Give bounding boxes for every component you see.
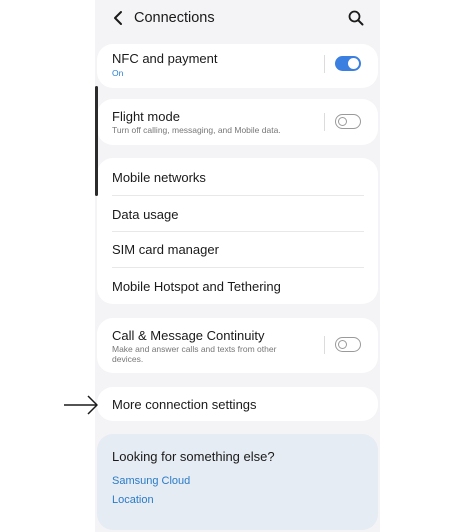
flight-separator	[324, 113, 325, 131]
more-connection-settings-row[interactable]: More connection settings	[97, 387, 378, 421]
row-label: Mobile Hotspot and Tethering	[112, 279, 281, 294]
continuity-title: Call & Message Continuity	[112, 328, 265, 343]
top-app-bar: Connections	[95, 0, 380, 40]
suggestions-card: Looking for something else? Samsung Clou…	[97, 434, 378, 530]
nfc-separator	[324, 55, 325, 73]
more-card: More connection settings	[97, 387, 378, 421]
network-card: Mobile networks Data usage SIM card mana…	[97, 158, 378, 304]
pointer-arrow-icon	[64, 395, 98, 415]
call-message-continuity-row[interactable]: Call & Message Continuity Make and answe…	[97, 318, 378, 373]
continuity-subtitle: Make and answer calls and texts from oth…	[112, 344, 277, 364]
suggestions-title: Looking for something else?	[112, 449, 275, 464]
mobile-networks-row[interactable]: Mobile networks	[97, 158, 378, 195]
continuity-separator	[324, 336, 325, 354]
continuity-card: Call & Message Continuity Make and answe…	[97, 318, 378, 373]
page-title: Connections	[134, 10, 215, 26]
nfc-toggle[interactable]	[335, 56, 361, 71]
flight-mode-row[interactable]: Flight mode Turn off calling, messaging,…	[97, 99, 378, 145]
search-icon[interactable]	[347, 9, 365, 27]
nfc-and-payment-row[interactable]: NFC and payment On	[97, 44, 378, 88]
row-label: Mobile networks	[112, 170, 206, 185]
flight-mode-toggle[interactable]	[335, 114, 361, 129]
samsung-cloud-link[interactable]: Samsung Cloud	[112, 475, 190, 487]
sim-card-manager-row[interactable]: SIM card manager	[97, 231, 378, 267]
flight-card: Flight mode Turn off calling, messaging,…	[97, 99, 378, 145]
continuity-toggle[interactable]	[335, 337, 361, 352]
flight-title: Flight mode	[112, 109, 180, 124]
back-arrow-icon[interactable]	[109, 8, 129, 28]
row-label: Data usage	[112, 207, 179, 222]
flight-subtitle: Turn off calling, messaging, and Mobile …	[112, 125, 281, 135]
row-label: More connection settings	[112, 397, 257, 412]
scrollbar[interactable]	[95, 86, 98, 196]
nfc-status: On	[112, 68, 124, 78]
nfc-title: NFC and payment	[112, 51, 218, 66]
location-link[interactable]: Location	[112, 494, 154, 506]
toggle-knob	[338, 339, 347, 349]
mobile-hotspot-row[interactable]: Mobile Hotspot and Tethering	[97, 267, 378, 304]
toggle-knob	[348, 58, 359, 69]
row-label: SIM card manager	[112, 242, 219, 257]
nfc-card: NFC and payment On	[97, 44, 378, 88]
data-usage-row[interactable]: Data usage	[97, 195, 378, 231]
toggle-knob	[338, 116, 347, 126]
settings-screen: Connections NFC and payment On Flight mo…	[95, 0, 380, 532]
